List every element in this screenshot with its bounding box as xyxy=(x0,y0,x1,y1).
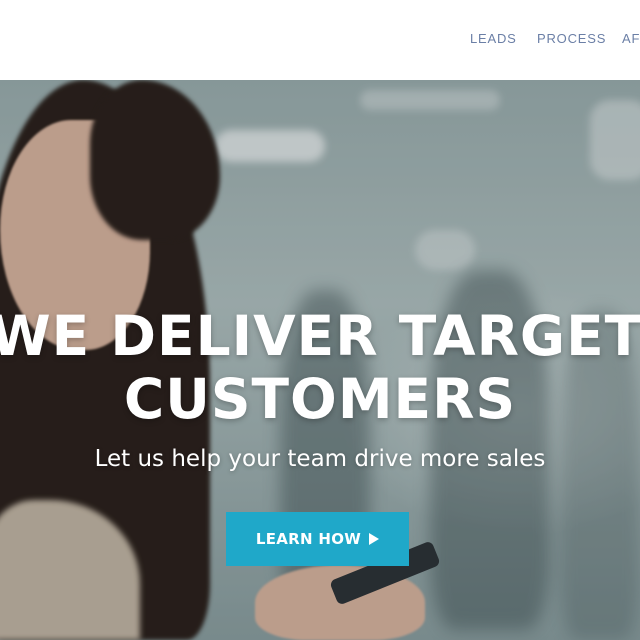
play-icon xyxy=(369,533,380,545)
learn-how-button[interactable]: LEARN HOW xyxy=(226,512,409,566)
nav-link-process[interactable]: PROCESS xyxy=(537,31,606,46)
nav-link-leads[interactable]: LEADS xyxy=(470,31,517,46)
hero-headline-line2: CUSTOMERS xyxy=(123,367,517,431)
nav-link-partial[interactable]: AF xyxy=(622,31,640,46)
top-navbar: LEADS PROCESS AF xyxy=(0,0,640,80)
hero-headline-line1: WE DELIVER TARGETED xyxy=(0,304,640,368)
learn-how-label: LEARN HOW xyxy=(255,530,362,548)
hero-subheadline: Let us help your team drive more sales xyxy=(94,446,546,472)
hero-section: WE DELIVER TARGETED CUSTOMERS Let us hel… xyxy=(0,80,640,640)
